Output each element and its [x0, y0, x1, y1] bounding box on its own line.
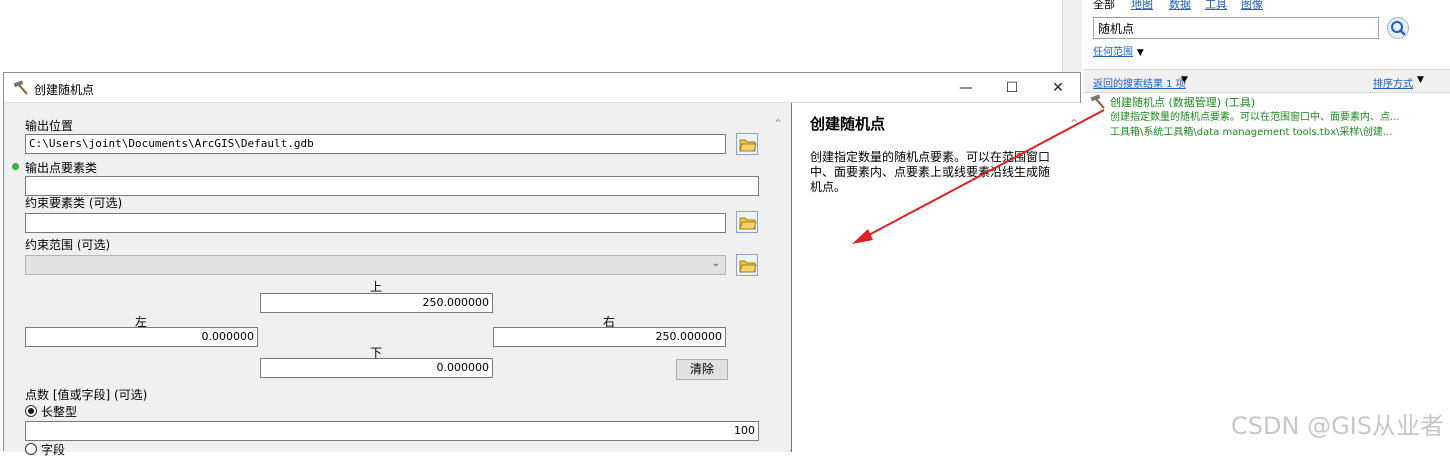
watermark: CSDN @GIS从业者	[1231, 412, 1444, 440]
annotation-arrow	[852, 109, 1105, 244]
